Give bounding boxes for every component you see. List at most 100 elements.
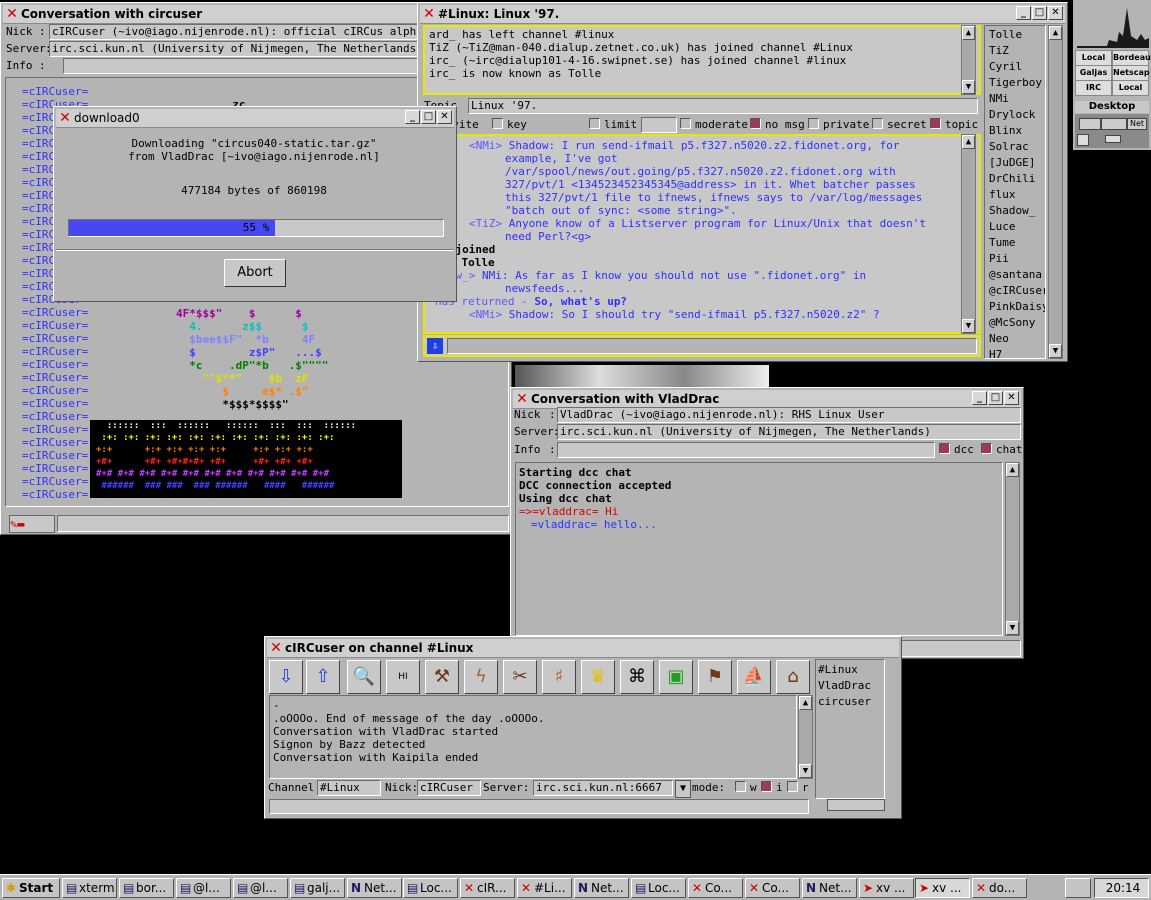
mode-i-checkbox[interactable] <box>761 781 772 792</box>
taskbar-item[interactable]: ▤ galj... <box>290 878 345 898</box>
scroll-up-arrow-icon[interactable]: ▲ <box>962 26 975 40</box>
close-button[interactable]: ✕ <box>437 110 452 124</box>
user-list-item[interactable]: Luce <box>989 219 1045 235</box>
mode-secret[interactable]: secret <box>872 117 927 133</box>
mode-moderate[interactable]: moderate <box>680 117 748 133</box>
mode-r[interactable]: r <box>787 780 809 796</box>
window-list-item[interactable]: #Linux <box>818 662 882 678</box>
scroll-up-arrow-icon[interactable]: ▲ <box>1006 463 1019 477</box>
chat-checkbox[interactable] <box>981 443 992 454</box>
user-list-item[interactable]: @McSony <box>989 315 1045 331</box>
search-icon[interactable]: 🔍 <box>347 660 381 694</box>
taskbar-item[interactable]: ✕ Co... <box>745 878 800 898</box>
user-list-item[interactable]: PinkDaisy <box>989 299 1045 315</box>
server-field[interactable]: irc.sci.kun.nl:6667 <box>533 780 673 796</box>
command-input[interactable] <box>269 799 809 814</box>
top-log-scrollbar[interactable]: ▲ ▼ <box>961 25 976 95</box>
server-dropdown-arrow-icon[interactable]: ▼ <box>675 780 691 798</box>
window-list[interactable]: #Linux VladDrac circuser <box>815 659 885 799</box>
taskbar-item[interactable]: ▤ @l... <box>233 878 288 898</box>
window-list-item[interactable]: circuser <box>818 694 882 710</box>
mode-w[interactable]: w <box>735 780 757 796</box>
user-list-scrollbar[interactable]: ▲ ▼ <box>1048 25 1063 359</box>
top-log[interactable]: ard_ has left channel #linux TiZ (~TiZ@m… <box>423 25 981 95</box>
crown-icon[interactable]: ♛ <box>581 660 615 694</box>
taskbar-item[interactable]: ✕ do... <box>972 878 1027 898</box>
taskbar-item[interactable]: ▤ Loc... <box>403 878 458 898</box>
notify-icon[interactable]: ⌘ <box>620 660 654 694</box>
scroll-down-arrow-icon[interactable]: ▼ <box>962 319 975 333</box>
pager-cell-irc[interactable]: IRC <box>1076 81 1111 95</box>
taskbar-item[interactable]: N Net... <box>802 878 857 898</box>
scroll-up-arrow-icon[interactable]: ▲ <box>962 135 975 149</box>
user-list-item[interactable]: Solrac <box>989 139 1045 155</box>
user-list-item[interactable]: @cIRCuser <box>989 283 1045 299</box>
user-list-item[interactable]: DrChili <box>989 171 1045 187</box>
mode-i[interactable]: i <box>761 780 783 796</box>
minimize-button[interactable]: _ <box>972 391 987 405</box>
secret-checkbox[interactable] <box>872 118 883 129</box>
close-button[interactable]: ✕ <box>1004 391 1019 405</box>
abort-button[interactable]: Abort <box>224 259 286 287</box>
mode-private[interactable]: private <box>808 117 869 133</box>
taskbar-item[interactable]: ✕ Co... <box>688 878 743 898</box>
maximize-button[interactable]: □ <box>1032 6 1047 20</box>
status-log[interactable]: - .oOOOo. End of message of the day .oOO… <box>269 695 797 779</box>
input-field[interactable] <box>57 515 509 532</box>
ban-icon[interactable]: ✂ <box>503 660 537 694</box>
taskbar-item[interactable]: ▤ xterm <box>62 878 117 898</box>
minimize-button[interactable]: _ <box>405 110 420 124</box>
taskbar-item[interactable]: ➤ xv ... <box>915 878 970 898</box>
mode-r-checkbox[interactable] <box>787 781 798 792</box>
chat-log[interactable]: Starting dcc chat DCC connection accepte… <box>515 462 1003 636</box>
channel-field[interactable]: #Linux <box>317 780 381 796</box>
nomsg-checkbox[interactable] <box>750 118 761 129</box>
topic-checkbox[interactable] <box>930 118 941 129</box>
window-list-item[interactable]: VladDrac <box>818 678 882 694</box>
gun-icon[interactable]: ⚑ <box>698 660 732 694</box>
maximize-button[interactable]: □ <box>988 391 1003 405</box>
user-list[interactable]: Tolle TiZ Cyril Tigerboy NMi Drylock Blinx Solr… <box>984 25 1046 359</box>
mode-topic[interactable]: topic <box>930 117 978 133</box>
user-list-item[interactable]: H7 <box>989 347 1045 358</box>
dcc-checkbox[interactable] <box>939 443 950 454</box>
channel-input-area[interactable]: ⇩ <box>423 335 981 357</box>
limit-field[interactable] <box>641 117 677 133</box>
dcc-toggle[interactable]: dcc <box>939 442 974 458</box>
key-checkbox[interactable] <box>492 118 503 129</box>
info-field[interactable] <box>557 442 935 458</box>
hello-icon[interactable]: HI <box>386 660 420 694</box>
user-list-item[interactable]: Blinx <box>989 123 1045 139</box>
pager-cell-local2[interactable]: Local <box>1113 81 1148 95</box>
scroll-down-arrow-icon[interactable]: ▼ <box>1049 344 1062 358</box>
user-list-item[interactable]: [JuDGE] <box>989 155 1045 171</box>
channel-log-scrollbar[interactable]: ▲ ▼ <box>961 134 976 334</box>
scroll-down-arrow-icon[interactable]: ▼ <box>1006 621 1019 635</box>
user-list-item[interactable]: Tolle <box>989 27 1045 43</box>
user-list-item[interactable]: Tume <box>989 235 1045 251</box>
mode-w-checkbox[interactable] <box>735 781 746 792</box>
taskbar-item[interactable]: N Net... <box>574 878 629 898</box>
taskbar-item[interactable]: ✕ cIR... <box>460 878 515 898</box>
user-list-item[interactable]: Neo <box>989 331 1045 347</box>
list-scrollbar-horizontal[interactable] <box>827 799 885 811</box>
user-list-item[interactable]: Drylock <box>989 107 1045 123</box>
taskbar-item[interactable]: ➤ xv ... <box>859 878 914 898</box>
taskbar-item[interactable]: ▤ Loc... <box>631 878 686 898</box>
close-button[interactable]: ✕ <box>1048 6 1063 20</box>
start-button[interactable]: ✱ Start <box>2 878 60 898</box>
taskbar-item[interactable]: ✕ #Li... <box>517 878 572 898</box>
titlebar[interactable]: ✕ #Linux: Linux '97. _ □ ✕ <box>420 5 1065 24</box>
input-icon[interactable]: ⇩ <box>427 338 443 354</box>
limit-checkbox[interactable] <box>589 118 600 129</box>
chat-toggle[interactable]: chat <box>981 442 1023 458</box>
boat-icon[interactable]: ⛵ <box>737 660 771 694</box>
dcc-icon[interactable]: ♯ <box>542 660 576 694</box>
pager-cell-local[interactable]: Local <box>1076 51 1111 65</box>
mode-limit[interactable]: limit <box>589 117 637 133</box>
taskbar-item[interactable]: ▤ @l... <box>176 878 231 898</box>
scroll-down-arrow-icon[interactable]: ▼ <box>799 764 812 778</box>
user-list-item[interactable]: Pii <box>989 251 1045 267</box>
user-list-item[interactable]: NMi <box>989 91 1045 107</box>
input-icon[interactable]: ✎▬ <box>9 515 55 533</box>
